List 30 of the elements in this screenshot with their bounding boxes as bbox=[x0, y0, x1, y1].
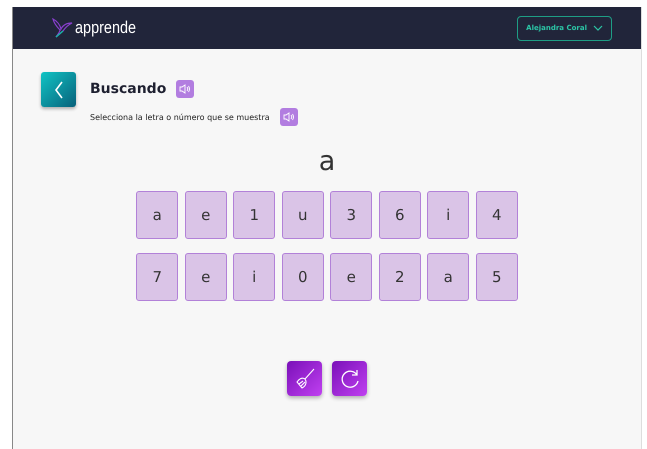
clear-button[interactable] bbox=[287, 361, 322, 396]
character-tile[interactable]: e bbox=[184, 191, 227, 239]
character-tile[interactable]: 7 bbox=[136, 253, 178, 301]
back-button[interactable] bbox=[41, 72, 76, 107]
character-tile[interactable]: 6 bbox=[378, 191, 421, 239]
character-tile[interactable]: u bbox=[282, 191, 324, 239]
character-tile[interactable]: i bbox=[427, 191, 470, 239]
page-title: Buscando bbox=[90, 81, 166, 97]
hummingbird-logo-icon bbox=[51, 17, 73, 39]
character-tile[interactable]: i bbox=[233, 253, 276, 301]
character-tile[interactable]: 4 bbox=[476, 191, 518, 239]
character-tile[interactable]: 1 bbox=[233, 191, 276, 239]
chevron-down-icon bbox=[593, 25, 603, 31]
character-tile[interactable]: e bbox=[330, 253, 372, 301]
character-tile[interactable]: a bbox=[136, 191, 178, 239]
character-tile[interactable]: a bbox=[427, 253, 470, 301]
brand-name: apprende bbox=[75, 18, 136, 38]
speaker-icon bbox=[282, 112, 295, 122]
redo-button[interactable] bbox=[332, 361, 367, 396]
character-tile[interactable]: e bbox=[184, 253, 227, 301]
instruction-text: Selecciona la letra o número que se muestra bbox=[90, 112, 270, 122]
character-tile[interactable]: 3 bbox=[330, 191, 372, 239]
character-tile[interactable]: 5 bbox=[476, 253, 518, 301]
speaker-button[interactable] bbox=[176, 80, 194, 98]
speaker-icon bbox=[179, 84, 192, 94]
target-character: a bbox=[318, 146, 336, 177]
character-tile[interactable]: 2 bbox=[378, 253, 421, 301]
speaker-button[interactable] bbox=[280, 108, 298, 126]
chevron-left-icon bbox=[54, 80, 64, 98]
character-tile[interactable]: 0 bbox=[282, 253, 324, 301]
